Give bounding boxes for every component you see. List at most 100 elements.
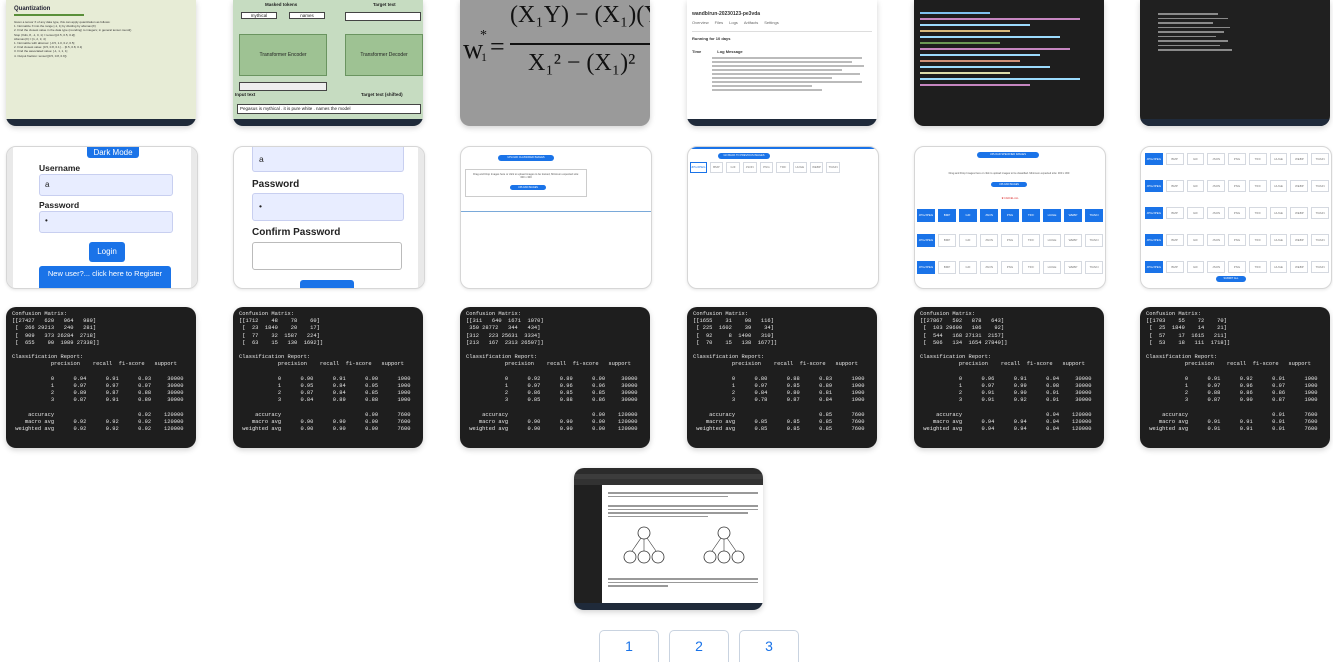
format-chip[interactable]: WEBP [1290, 153, 1309, 165]
format-chip[interactable]: JPG/JPEG [1145, 234, 1163, 246]
format-chip[interactable]: JPG/JPEG [1145, 153, 1163, 165]
format-chip[interactable]: JSON [1207, 153, 1226, 165]
format-chip[interactable]: GIF [1186, 207, 1205, 219]
format-chip[interactable]: PNG [1001, 234, 1019, 247]
format-chip[interactable]: HUGE [1269, 207, 1288, 219]
format-chip[interactable]: TRAIN [1311, 207, 1330, 219]
thumbnail-upload-classified[interactable]: UPLOAD CLASSIFIED IMAGES Drag and Drop I… [460, 146, 652, 289]
format-chip[interactable]: HUGE [1043, 209, 1061, 222]
format-chip[interactable]: HUGE [1269, 153, 1288, 165]
format-tab[interactable]: TIFF [776, 162, 790, 173]
format-chip[interactable]: BMP [1165, 234, 1184, 246]
format-tab[interactable]: PNG [759, 162, 774, 173]
format-chip[interactable]: TIFF [1248, 153, 1267, 165]
notebook-tab[interactable]: Files [715, 20, 723, 25]
format-chip[interactable]: GIF [959, 209, 977, 222]
upload-specified-button[interactable]: UPLOAD SPECIFIED IMAGES [977, 152, 1039, 158]
format-chip[interactable]: WEBP [1064, 234, 1082, 247]
format-chip[interactable]: GIF [959, 261, 977, 274]
thumbnail-format-grid[interactable]: JPG/JPEG BMP GIF JSON PNG TIFF HUGE WEBP TRAIN JP… [1140, 146, 1332, 289]
thumbnail-format-tabs[interactable]: GO BACK TO PREVIOUS IMAGES JPG/JPEG BMP GI… [687, 146, 879, 289]
thumbnail-confusion-matrix[interactable]: Confusion Matrix: [[27427 620 964 989] [… [6, 307, 196, 448]
format-chip[interactable]: HUGE [1043, 261, 1061, 274]
format-chip[interactable]: BMP [938, 234, 956, 247]
notebook-tab[interactable]: Settings [764, 20, 778, 25]
format-tab[interactable]: JPG/JPEG [690, 162, 707, 173]
format-chip[interactable]: JPG/JPEG [1145, 207, 1163, 219]
notebook-tab[interactable]: Logs [729, 20, 738, 25]
format-chip[interactable]: TRAIN [1085, 261, 1103, 274]
format-chip[interactable]: TIFF [1248, 180, 1267, 192]
format-chip[interactable]: JSON [980, 209, 998, 222]
password-input[interactable]: • [39, 211, 173, 233]
page-button-2[interactable]: 2 [669, 630, 729, 662]
format-chip[interactable]: GIF [959, 234, 977, 247]
format-chip[interactable]: TRAIN [1311, 234, 1330, 246]
register-link-button[interactable]: New user?... click here to Register [39, 266, 171, 288]
page-button-1[interactable]: 1 [599, 630, 659, 662]
format-chip[interactable]: TRAIN [1311, 261, 1330, 273]
format-chip[interactable]: JPG/JPEG [1145, 180, 1163, 192]
thumbnail-terminal-log[interactable] [1140, 0, 1330, 126]
upload-classified-button[interactable]: UPLOAD CLASSIFIED IMAGES [498, 155, 554, 161]
format-chip[interactable]: TRAIN [1311, 180, 1330, 192]
format-tab[interactable]: HUGE [792, 162, 807, 173]
format-chip[interactable]: PNG [1001, 209, 1019, 222]
format-chip[interactable]: GIF [1186, 234, 1205, 246]
cancel-all-badge[interactable]: ✖ CANCEL ALL [995, 197, 1025, 202]
format-chip[interactable]: JSON [980, 234, 998, 247]
format-tab[interactable]: JSON [742, 162, 757, 173]
format-chip[interactable]: PNG [1228, 180, 1246, 192]
format-chip[interactable]: BMP [1165, 207, 1184, 219]
format-chip[interactable]: JSON [1207, 207, 1226, 219]
format-chip[interactable]: GIF [1186, 261, 1205, 273]
submit-all-button[interactable]: SUBMIT ALL [1216, 276, 1246, 282]
format-chip[interactable]: PNG [1228, 207, 1246, 219]
format-chip[interactable]: WEBP [1064, 261, 1082, 274]
format-chip[interactable]: HUGE [1269, 234, 1288, 246]
thumbnail-login-form[interactable]: Dark Mode Username a Password • Login Ne… [6, 146, 198, 289]
format-chip[interactable]: BMP [1165, 153, 1184, 165]
format-chip[interactable]: WEBP [1064, 209, 1082, 222]
thumbnail-notebook[interactable]: wandb/run-20230123-pe3vda Overview Files L… [687, 0, 877, 126]
thumbnail-confusion-matrix[interactable]: Confusion Matrix: [[1703 55 72 70] [ 25 … [1140, 307, 1330, 448]
format-chip[interactable]: TIFF [1022, 209, 1040, 222]
format-chip[interactable]: JPG/JPEG [917, 261, 935, 274]
format-chip[interactable]: JPG/JPEG [917, 209, 935, 222]
thumbnail-pdf-viewer[interactable] [574, 468, 763, 610]
format-chip[interactable]: JSON [980, 261, 998, 274]
format-chip[interactable]: JPG/JPEG [917, 234, 935, 247]
confirm-password-input[interactable] [252, 242, 402, 270]
thumbnail-formula[interactable]: w * 1 = (X₁Y) − (X₁)(Y) X₁² − (X₁)² [460, 0, 650, 126]
format-chip[interactable]: TIFF [1022, 261, 1040, 274]
format-tab[interactable]: GIF [726, 162, 740, 173]
format-chip[interactable]: TIFF [1248, 261, 1267, 273]
format-chip[interactable]: PNG [1228, 234, 1246, 246]
format-tab[interactable]: TRAIN [826, 162, 841, 173]
thumbnail-confusion-matrix[interactable]: Confusion Matrix: [[1712 48 78 60] [ 23 … [233, 307, 423, 448]
format-chip[interactable]: TIFF [1248, 207, 1267, 219]
format-chip[interactable]: WEBP [1290, 261, 1309, 273]
format-chip[interactable]: WEBP [1290, 180, 1309, 192]
notebook-tab[interactable]: Artifacts [744, 20, 758, 25]
format-chip[interactable]: HUGE [1043, 234, 1061, 247]
format-chip[interactable]: HUGE [1269, 261, 1288, 273]
format-chip[interactable]: JSON [1207, 234, 1226, 246]
upload-images-button[interactable]: UPLOAD IMAGES [510, 185, 546, 190]
upload-images-button[interactable]: UPLOAD IMAGES [991, 182, 1027, 187]
format-chip[interactable]: TIFF [1022, 234, 1040, 247]
format-chip[interactable]: JSON [1207, 180, 1226, 192]
format-chip[interactable]: BMP [1165, 180, 1184, 192]
thumbnail-code-editor[interactable] [914, 0, 1104, 126]
thumbnail-confusion-matrix[interactable]: Confusion Matrix: [[311 640 1671 1070] 3… [460, 307, 650, 448]
format-chip[interactable]: GIF [1186, 180, 1205, 192]
format-chip[interactable]: TRAIN [1085, 234, 1103, 247]
go-back-button[interactable]: GO BACK TO PREVIOUS IMAGES [718, 153, 770, 159]
username-input[interactable]: a [39, 174, 173, 196]
thumbnail-quantization[interactable]: Quantization Given a tensor X of any dat… [6, 0, 196, 126]
format-tab[interactable]: BMP [709, 162, 724, 173]
format-chip[interactable]: WEBP [1290, 234, 1309, 246]
format-chip[interactable]: TRAIN [1085, 209, 1103, 222]
format-chip[interactable]: JSON [1207, 261, 1226, 273]
reg-username-input[interactable]: a [252, 147, 404, 172]
